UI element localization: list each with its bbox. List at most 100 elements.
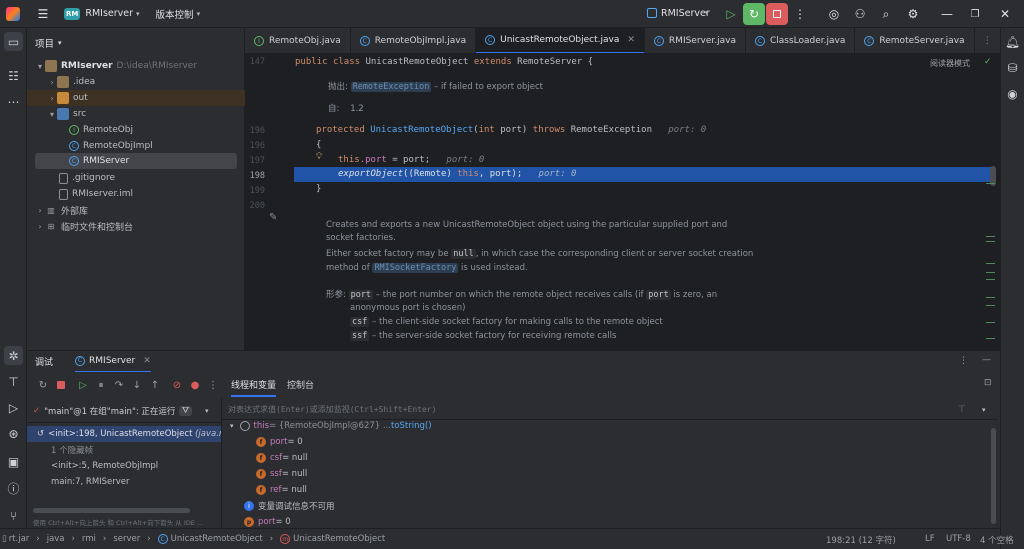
tab-remoteobjimpl[interactable]: C RemoteObjImpl.java <box>351 28 477 53</box>
layout-icon[interactable]: ⊡ <box>984 378 992 388</box>
breadcrumb-item[interactable]: UnicastRemoteObject <box>171 534 263 544</box>
more-icon[interactable]: ⋮ <box>789 3 811 25</box>
mute-breakpoints-icon[interactable]: ⊘ <box>169 377 185 393</box>
minimize-panel-icon[interactable]: — <box>982 355 991 365</box>
folder-icon[interactable]: ▭ <box>4 32 23 51</box>
build-icon[interactable]: ⊤ <box>4 372 23 391</box>
code-editor[interactable]: public class UnicastRemoteObject extends… <box>290 54 997 350</box>
edit-doc-icon[interactable]: ✎ <box>269 212 277 223</box>
rerun-icon[interactable]: ↻ <box>35 377 51 393</box>
restore-icon[interactable]: ❐ <box>964 3 986 25</box>
file-encoding[interactable]: UTF-8 <box>946 534 971 544</box>
breadcrumb-item[interactable]: java <box>47 534 65 544</box>
tab-unicastremoteobject[interactable]: C UnicastRemoteObject.java ✕ <box>476 28 645 53</box>
services-icon[interactable]: ⊛ <box>4 424 23 443</box>
breadcrumb-item[interactable]: UnicastRemoteObject <box>293 534 385 544</box>
caret-position[interactable]: 198:21 (12 字符) <box>826 534 896 546</box>
step-into-icon[interactable]: ↓ <box>129 377 145 393</box>
tree-item-remoteobj[interactable]: I RemoteObj <box>27 122 245 138</box>
resume-icon[interactable]: ▷ <box>75 377 91 393</box>
chevron-right-icon[interactable]: › <box>35 206 45 215</box>
evaluate-input[interactable]: 对表达式求值(Enter)或添加监视(Ctrl+Shift+Enter) ⊤ ▾ <box>222 400 998 420</box>
frame-row-hidden[interactable]: 1 个隐藏帧 <box>27 442 221 458</box>
chevron-down-icon[interactable]: ▾ <box>230 422 234 430</box>
debug-session-tab[interactable]: C RMIServer ✕ <box>75 351 151 373</box>
breadcrumb-item[interactable]: rmi <box>82 534 96 544</box>
tree-item-root[interactable]: ▾ RMIserver D:\idea\RMIserver <box>27 58 245 74</box>
line-separator[interactable]: LF <box>925 534 935 544</box>
chevron-down-icon[interactable]: ▾ <box>982 406 986 414</box>
step-out-icon[interactable]: ↑ <box>147 377 163 393</box>
variable-row[interactable]: f ssf = null <box>256 466 307 482</box>
database-icon[interactable]: ⛁ <box>1003 58 1022 77</box>
tostring-link[interactable]: toString() <box>391 421 432 431</box>
main-menu-icon[interactable]: ☰ <box>32 3 54 25</box>
vars-scrollbar-thumb[interactable] <box>991 428 996 524</box>
add-user-icon[interactable]: ⚇ <box>849 3 871 25</box>
view-breakpoints-icon[interactable]: ● <box>187 377 203 393</box>
tree-item-rmiserver[interactable]: C RMIServer <box>35 153 237 169</box>
more-tools-icon[interactable]: ⋯ <box>4 92 23 111</box>
tree-item-out[interactable]: › out <box>27 90 245 106</box>
ai-chat-icon[interactable]: ◉ <box>1003 84 1022 103</box>
tab-remoteobj[interactable]: I RemoteObj.java <box>245 28 351 53</box>
tab-console[interactable]: 控制台 <box>287 378 314 391</box>
tree-item-iml[interactable]: RMIserver.iml <box>27 186 245 202</box>
variable-row[interactable]: f port = 0 <box>256 434 303 450</box>
close-icon[interactable]: ✕ <box>143 356 151 366</box>
reader-mode-toggle[interactable]: 阅读器模式 <box>930 58 970 69</box>
notifications-icon[interactable]: 🔔︎ <box>1003 32 1022 51</box>
run-config-selector[interactable]: RMIServer <box>661 8 710 19</box>
project-panel-title[interactable]: 项目 <box>35 36 54 50</box>
stop-icon[interactable] <box>53 377 69 393</box>
lightbulb-icon[interactable]: 💡︎ <box>316 152 322 162</box>
terminal-icon[interactable]: ▣ <box>4 452 23 471</box>
tree-item-idea[interactable]: › .idea <box>27 74 245 90</box>
tab-remoteserver[interactable]: C RemoteServer.java <box>855 28 975 53</box>
resume-icon[interactable]: ▷ <box>720 3 742 25</box>
chevron-right-icon[interactable]: › <box>47 78 57 87</box>
rerun-icon[interactable]: ↻ <box>743 3 765 25</box>
chevron-right-icon[interactable]: › <box>35 222 45 231</box>
variable-row[interactable]: f ref = null <box>256 482 307 498</box>
close-icon[interactable]: ✕ <box>994 3 1016 25</box>
indent-setting[interactable]: 4 个空格 <box>980 534 1014 546</box>
variable-row-this[interactable]: ▾ this = {RemoteObjImpl@627} ... toStrin… <box>230 418 432 434</box>
minimize-icon[interactable]: — <box>936 3 958 25</box>
ai-assistant-icon[interactable]: ◎ <box>823 3 845 25</box>
project-name[interactable]: RMIserver <box>85 8 133 19</box>
step-over-icon[interactable]: ↷ <box>111 377 127 393</box>
more-icon[interactable]: ⋮ <box>205 377 221 393</box>
frame-row-selected[interactable]: ↺ <init>:198, UnicastRemoteObject (java.… <box>27 426 221 442</box>
tab-classloader[interactable]: C ClassLoader.java <box>746 28 856 53</box>
tree-item-src[interactable]: ▾ src <box>27 106 245 122</box>
tree-item-external-libs[interactable]: › ▥ 外部库 <box>27 202 245 218</box>
tab-threads-vars[interactable]: 线程和变量 <box>231 378 277 397</box>
tab-rmiserver[interactable]: C RMIServer.java <box>645 28 746 53</box>
breadcrumb-item[interactable]: server <box>113 534 140 544</box>
doc-link[interactable]: RMISocketFactory <box>372 263 459 273</box>
stop-icon[interactable] <box>766 3 788 25</box>
close-tab-icon[interactable]: ✕ <box>627 35 635 45</box>
variable-row[interactable]: p port = 0 <box>244 514 291 528</box>
thread-selector[interactable]: ✓ "main"@1 在组"main": 正在运行 ⛛ ▾ <box>33 403 216 419</box>
debug-icon[interactable]: ✲ <box>4 346 23 365</box>
tab-overflow[interactable]: ⋮ <box>975 28 1000 53</box>
gear-icon[interactable]: ⚙ <box>902 3 924 25</box>
add-watch-icon[interactable]: ⊤ <box>958 405 966 415</box>
chevron-down-icon[interactable]: ▾ <box>47 110 57 119</box>
problems-icon[interactable]: ⓘ <box>4 479 23 498</box>
frames-scrollbar[interactable] <box>33 508 190 513</box>
variable-row[interactable]: f csf = null <box>256 450 307 466</box>
pause-icon[interactable]: ⏸︎ <box>93 377 109 393</box>
tree-item-gitignore[interactable]: .gitignore <box>27 170 245 186</box>
tree-item-remoteobjimpl[interactable]: C RemoteObjImpl <box>27 138 245 154</box>
chevron-down-icon[interactable]: ▾ <box>35 62 45 71</box>
breadcrumb-item[interactable]: rt.jar <box>9 534 30 544</box>
tree-item-scratches[interactable]: › ⊞ 临时文件和控制台 <box>27 218 245 234</box>
structure-icon[interactable]: ☷ <box>4 66 23 85</box>
filter-icon[interactable]: ⛛ <box>179 406 193 416</box>
run-icon[interactable]: ▷ <box>4 398 23 417</box>
frame-row[interactable]: main:7, RMIServer <box>27 474 221 490</box>
doc-link[interactable]: RemoteException <box>350 82 432 92</box>
